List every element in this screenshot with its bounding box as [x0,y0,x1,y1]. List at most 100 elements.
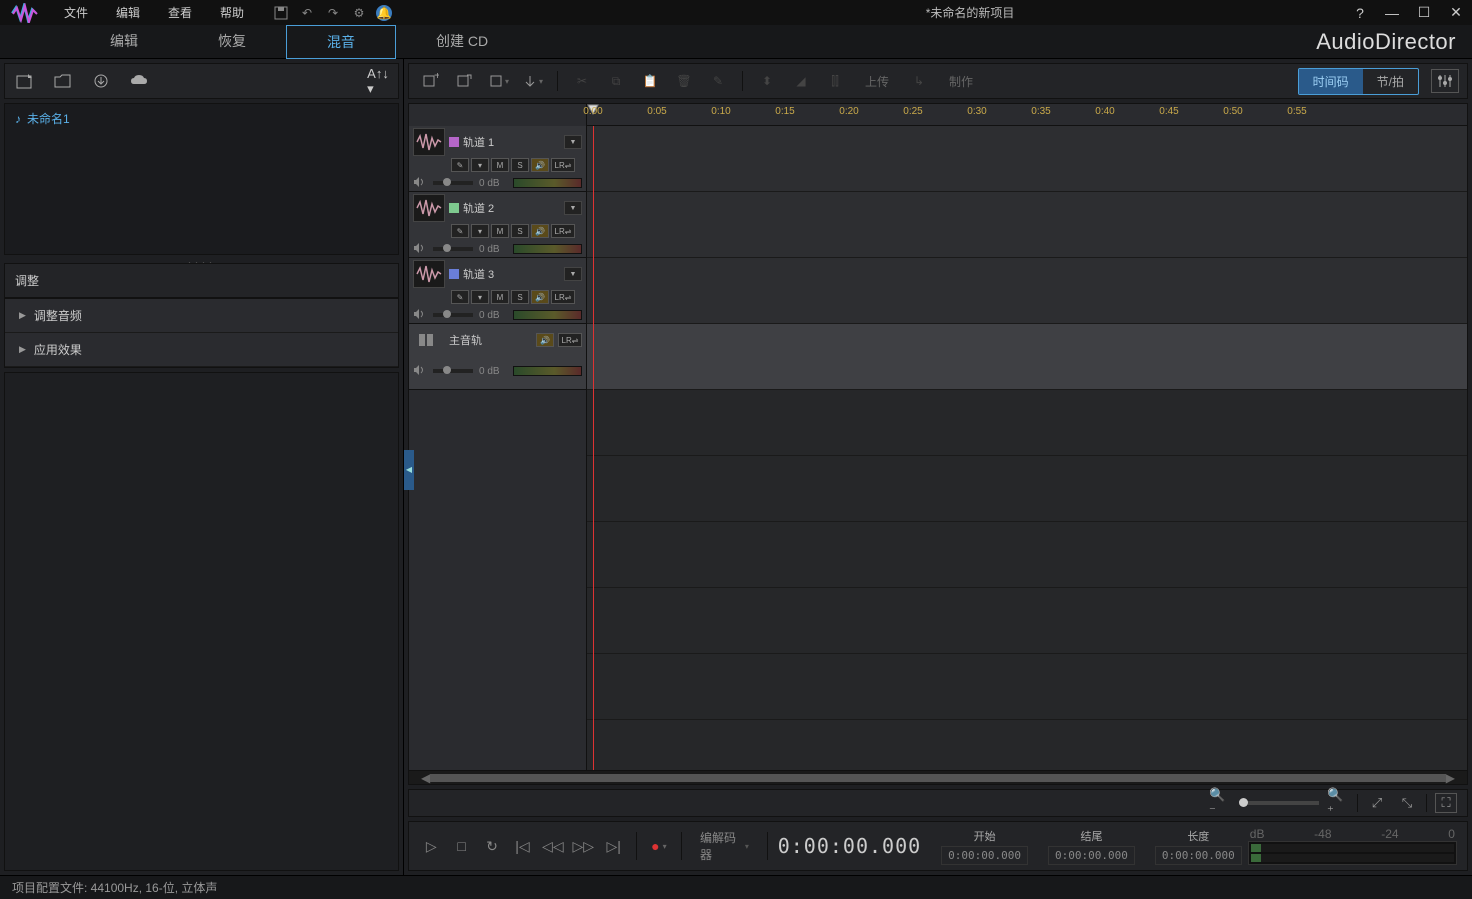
mute-button[interactable]: M [491,290,509,304]
file-list[interactable]: ♪ 未命名1 [4,103,399,255]
automation-icon[interactable]: ✎ [451,158,469,172]
track-color[interactable] [449,203,459,213]
automation-icon[interactable]: ✎ [451,224,469,238]
help-icon[interactable]: ? [1348,3,1372,23]
next-button[interactable]: ▷| [601,832,625,860]
marker-dropdown[interactable] [519,69,547,93]
split-icon[interactable]: ⬍ [753,69,781,93]
track-menu-dropdown[interactable]: ▼ [564,201,582,215]
volume-slider[interactable] [433,247,473,251]
zoom-slider[interactable] [1239,801,1319,805]
fade-icon[interactable]: ◢ [787,69,815,93]
pencil-icon[interactable]: ✎ [704,69,732,93]
automation-dd[interactable]: ▾ [471,224,489,238]
zoom-all-icon[interactable]: ⛶ [1435,793,1457,813]
track-name[interactable]: 轨道 3 [463,266,560,282]
normalize-icon[interactable]: ⫿⫿ [821,69,849,93]
undo-icon[interactable]: ↶ [298,4,316,22]
download-icon[interactable] [91,72,111,90]
track-color[interactable] [449,137,459,147]
maximize-button[interactable]: ☐ [1412,3,1436,23]
panel-resize-handle[interactable]: ···· [0,255,403,263]
menu-file[interactable]: 文件 [52,1,100,24]
beat-mode-btn[interactable]: 节/拍 [1363,69,1418,94]
stop-button[interactable]: □ [449,832,473,860]
tab-edit[interactable]: 编辑 [70,25,178,59]
solo-button[interactable]: S [511,290,529,304]
volume-slider[interactable] [433,313,473,317]
track-header[interactable]: 轨道 1▼✎▾MS🔊LR⇌0 dB [409,126,586,192]
redo-icon[interactable]: ↷ [324,4,342,22]
import-file-icon[interactable] [15,72,35,90]
menu-view[interactable]: 查看 [156,1,204,24]
menu-edit[interactable]: 编辑 [104,1,152,24]
play-button[interactable]: ▷ [419,832,443,860]
track-menu-dropdown[interactable]: ▼ [564,267,582,281]
volume-slider[interactable] [433,181,473,185]
notification-icon[interactable]: 🔔 [376,5,392,21]
mute-button[interactable]: M [491,158,509,172]
copy-icon[interactable]: ⧉ [602,69,630,93]
paste-icon[interactable]: 📋 [636,69,664,93]
volume-slider[interactable] [433,369,473,373]
timeline-hscroll[interactable]: ◀ ▶ [409,770,1467,784]
rewind-button[interactable]: ◁◁ [541,832,565,860]
track-header[interactable]: 轨道 3▼✎▾MS🔊LR⇌0 dB [409,258,586,324]
solo-button[interactable]: S [511,224,529,238]
track-lane[interactable] [587,258,1467,324]
menu-help[interactable]: 帮助 [208,1,256,24]
import-folder-icon[interactable] [53,72,73,90]
mixer-icon[interactable] [1431,69,1459,93]
record-button[interactable]: ● [647,832,671,860]
master-lane[interactable] [587,324,1467,390]
zoom-fit-h-icon[interactable]: ⤢ [1366,793,1388,813]
produce-button[interactable]: 制作 [939,69,983,93]
zoom-fit-v-icon[interactable]: ⤡ [1396,793,1418,813]
close-button[interactable]: ✕ [1444,3,1468,23]
tab-restore[interactable]: 恢复 [178,25,286,59]
end-time-value[interactable]: 0:00:00.000 [1048,846,1135,865]
track-menu-dropdown[interactable]: ▼ [564,135,582,149]
speaker-icon[interactable]: 🔊 [536,333,554,347]
track-lane[interactable] [587,192,1467,258]
snap-dropdown[interactable] [485,69,513,93]
solo-button[interactable]: S [511,158,529,172]
master-track-header[interactable]: 主音轨🔊LR⇌0 dB [409,324,586,390]
file-item[interactable]: ♪ 未命名1 [5,104,398,133]
codec-dropdown[interactable]: 编解码器 [692,825,757,867]
tab-create-cd[interactable]: 创建 CD [396,25,528,59]
length-time-value[interactable]: 0:00:00.000 [1155,846,1242,865]
speaker-icon[interactable]: 🔊 [531,290,549,304]
timecode-mode-btn[interactable]: 时间码 [1299,69,1363,94]
track-color[interactable] [449,269,459,279]
settings-icon[interactable]: ⚙ [350,4,368,22]
add-track-icon[interactable]: + [417,69,445,93]
channel-lr-button[interactable]: LR⇌ [558,333,582,347]
start-time-value[interactable]: 0:00:00.000 [941,846,1028,865]
font-size-button[interactable]: A↑↓ ▾ [368,72,388,90]
upload-button[interactable]: 上传 [855,69,899,93]
channel-lr-button[interactable]: LR⇌ [551,290,575,304]
collapse-left-panel[interactable]: ◀ [404,450,414,490]
zoom-out-icon[interactable]: 🔍⁻ [1209,793,1231,813]
save-icon[interactable] [272,4,290,22]
track-header[interactable]: 轨道 2▼✎▾MS🔊LR⇌0 dB [409,192,586,258]
automation-dd[interactable]: ▾ [471,158,489,172]
export-icon[interactable]: ↳ [905,69,933,93]
track-lane[interactable] [587,126,1467,192]
time-ruler[interactable]: 0:000:050:100:150:200:250:300:350:400:45… [587,104,1467,126]
cut-icon[interactable]: ✂ [568,69,596,93]
forward-button[interactable]: ▷▷ [571,832,595,860]
track-name[interactable]: 轨道 2 [463,200,560,216]
accordion-apply-effects[interactable]: ▶应用效果 [5,333,398,367]
accordion-adjust-volume[interactable]: ▶调整音频 [5,299,398,333]
track-name[interactable]: 轨道 1 [463,134,560,150]
loop-button[interactable]: ↻ [480,832,504,860]
speaker-icon[interactable]: 🔊 [531,158,549,172]
minimize-button[interactable]: — [1380,3,1404,23]
delete-icon[interactable]: 🗑 [670,69,698,93]
prev-button[interactable]: |◁ [510,832,534,860]
cloud-icon[interactable] [129,72,149,90]
channel-lr-button[interactable]: LR⇌ [551,224,575,238]
automation-icon[interactable]: ✎ [451,290,469,304]
